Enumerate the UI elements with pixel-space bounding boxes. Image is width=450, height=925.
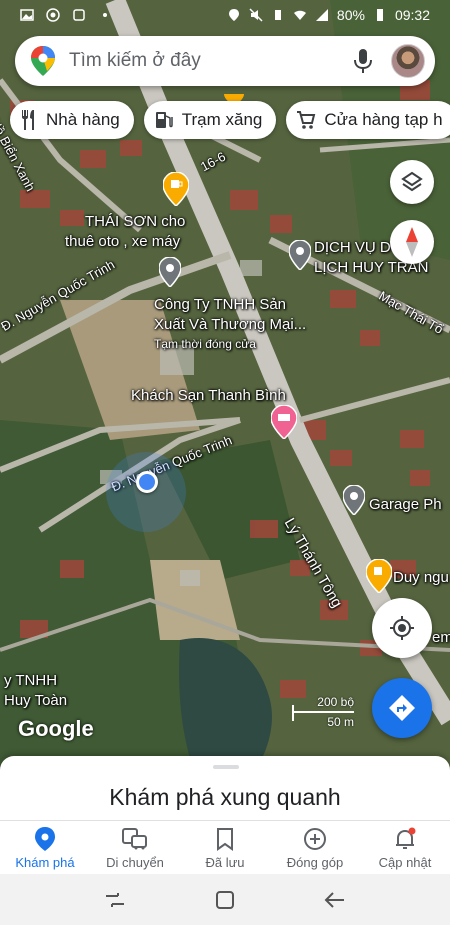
place-label-huy-toan[interactable]: y TNHH [4,671,57,690]
bottom-navigation: Khám phá Di chuyển Đã lưu Đóng góp Cập n… [0,820,450,874]
chip-grocery[interactable]: Cửa hàng tạp h [286,101,450,139]
chip-label: Trạm xăng [181,110,263,129]
sheet-title: Khám phá xung quanh [109,784,341,810]
explore-sheet[interactable]: Khám phá xung quanh [0,756,450,824]
chip-gas-stations[interactable]: Trạm xăng [143,101,277,139]
place-label-dich-vu[interactable]: DỊCH VỤ D [314,238,391,257]
wifi-icon [293,10,306,20]
nav-updates[interactable]: Cập nhật [360,821,450,874]
layers-icon [401,171,423,192]
place-pin-icon[interactable] [343,485,365,515]
scale-meters: 50 m [327,715,354,729]
location-status-icon [228,9,239,21]
restaurant-icon [22,110,34,130]
clock: 09:32 [394,7,430,23]
category-chips: Nhà hàng Trạm xăng Cửa hàng tạp h [10,101,450,139]
search-input[interactable]: Tìm kiếm ở đây [69,50,353,72]
more-dots-icon [103,13,107,17]
hotel-pin-icon[interactable] [271,405,297,439]
cart-icon [297,111,316,129]
vibrate-icon [274,10,281,20]
home-icon[interactable] [215,890,235,910]
map-scale: 200 bộ 50 m [292,695,362,731]
compass-button[interactable] [390,220,434,264]
directions-icon [389,695,415,721]
nav-label: Đóng góp [286,855,344,870]
place-label-partial: em [432,629,450,646]
place-label-huy-toan-line2[interactable]: Huy Toàn [4,691,67,710]
back-icon[interactable] [324,891,346,909]
bell-icon [396,827,416,849]
image-icon [20,9,34,21]
food-pin-icon[interactable] [366,559,392,593]
food-pin-icon[interactable] [163,172,189,206]
mute-icon [249,8,263,22]
nav-label: Đã lưu [205,855,245,870]
layers-button[interactable] [390,160,434,204]
chip-label: Cửa hàng tạp h [324,110,443,129]
recent-apps-icon[interactable] [104,891,126,909]
add-circle-icon [304,828,326,850]
place-label-duy-ngu[interactable]: Duy ngu [393,568,449,587]
place-status-closed: Tạm thời đóng cửa [154,337,256,351]
commute-icon [122,828,147,850]
bookmark-icon [217,828,233,851]
nav-label: Cập nhật [378,855,432,870]
chrome-icon [46,8,60,22]
nav-label: Khám phá [15,855,75,870]
google-maps-pin-icon [31,46,55,76]
signal-icon [315,9,328,21]
gas-station-icon [155,112,173,128]
place-label-cong-ty[interactable]: Công Ty TNHH Sản [154,295,286,314]
link-icon [73,9,85,21]
chip-label: Nhà hàng [46,110,120,129]
status-bar: 80% 09:32 [0,0,450,30]
my-location-button[interactable] [372,598,432,658]
system-navigation-bar [0,874,450,925]
place-pin-icon[interactable] [289,240,311,270]
search-bar[interactable]: Tìm kiếm ở đây [15,36,435,86]
battery-icon [376,9,383,21]
mic-icon[interactable] [353,48,373,74]
nav-commute[interactable]: Di chuyển [90,821,180,874]
scale-feet: 200 bộ [317,695,354,709]
place-label-khach-san[interactable]: Khách Sạn Thanh Bình [131,386,286,405]
avatar[interactable] [391,44,425,78]
crosshair-icon [390,616,414,640]
my-location-dot [136,471,158,493]
place-label-thai-son[interactable]: THÁI SƠN cho [85,212,185,231]
chip-restaurants[interactable]: Nhà hàng [10,101,134,139]
nav-saved[interactable]: Đã lưu [180,821,270,874]
place-label-cong-ty-line2[interactable]: Xuất Và Thương Mại... [154,315,306,334]
compass-icon [406,227,418,257]
explore-pin-icon [35,827,55,851]
google-logo: Google [18,716,94,741]
battery-level: 80% [336,7,365,23]
place-pin-icon[interactable] [159,257,181,287]
place-label-thai-son-line2[interactable]: thuê oto , xe máy [65,232,180,251]
drag-handle[interactable] [213,765,239,769]
nav-contribute[interactable]: Đóng góp [270,821,360,874]
place-label-garage[interactable]: Garage Ph [369,495,442,514]
nav-explore[interactable]: Khám phá [0,821,90,874]
nav-label: Di chuyển [106,855,164,870]
directions-button[interactable] [372,678,432,738]
